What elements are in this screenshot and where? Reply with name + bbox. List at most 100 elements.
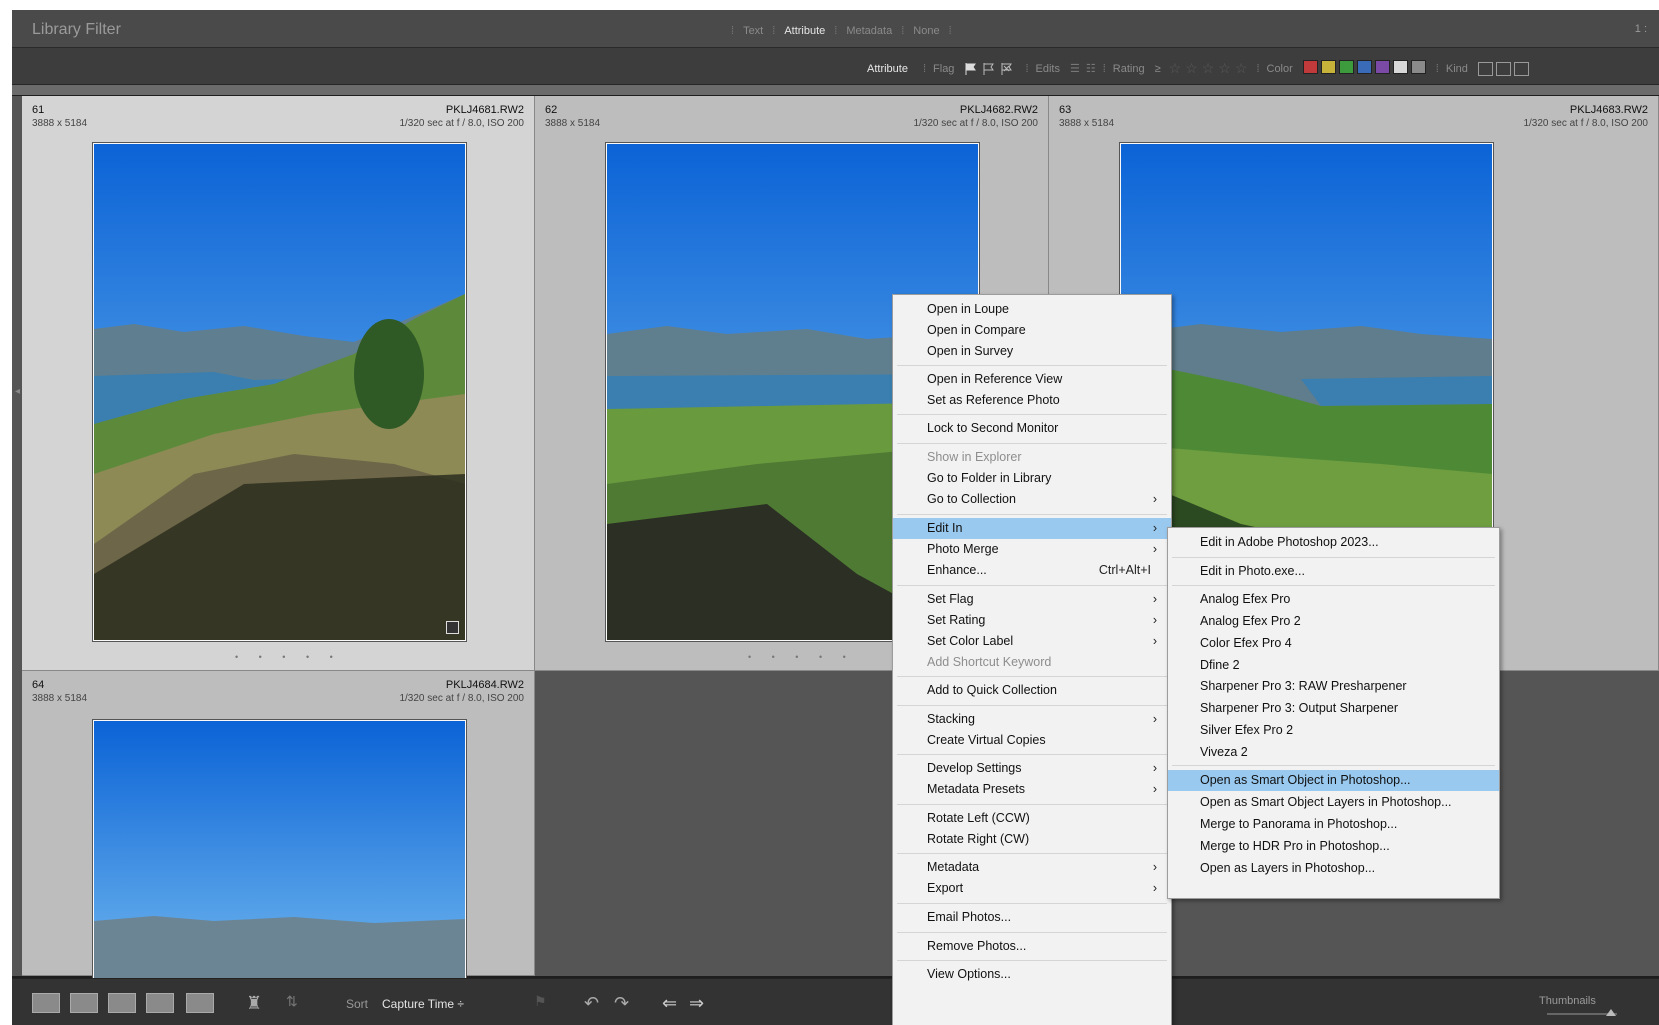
library-filter-bar: Library Filter ⁞ Text ⁞ Attribute ⁞ Meta… xyxy=(12,10,1659,48)
rating-star-3[interactable]: ☆ xyxy=(1202,60,1215,77)
submenu-item-sharpener-pro-3-raw-presharpener[interactable]: Sharpener Pro 3: RAW Presharpener xyxy=(1168,676,1499,697)
flag-pick-icon[interactable]: ⚑ xyxy=(534,993,547,1011)
submenu-item-analog-efex-pro-2[interactable]: Analog Efex Pro 2 xyxy=(1168,611,1499,632)
menu-item-set-rating[interactable]: Set Rating › xyxy=(893,610,1171,631)
rejected-filter-icon[interactable] xyxy=(1000,62,1013,76)
color-swatch-3[interactable] xyxy=(1338,60,1354,74)
submenu-item-analog-efex-pro[interactable]: Analog Efex Pro xyxy=(1168,589,1499,610)
attr-separator: ⁞ xyxy=(1435,62,1439,75)
sort-criteria-dropdown[interactable]: Capture Time ÷ xyxy=(382,997,464,1011)
photo-thumbnail[interactable] xyxy=(93,143,466,641)
filter-preset-indicator[interactable]: 1 : xyxy=(1635,23,1647,35)
rating-star-2[interactable]: ☆ xyxy=(1185,60,1198,77)
menu-item-open-in-loupe[interactable]: Open in Loupe xyxy=(893,299,1171,320)
menu-item-remove-photos[interactable]: Remove Photos... xyxy=(893,936,1171,957)
thumbnails-slider-knob[interactable] xyxy=(1606,1009,1616,1016)
menu-item-view-options[interactable]: View Options... xyxy=(893,964,1171,985)
photo-thumbnail[interactable] xyxy=(93,720,466,982)
menu-shortcut: Ctrl+Alt+I xyxy=(1098,563,1151,577)
submenu-item-dfine-2[interactable]: Dfine 2 xyxy=(1168,655,1499,676)
tab-text[interactable]: Text xyxy=(743,25,763,37)
menu-item-lock-to-second-monitor[interactable]: Lock to Second Monitor xyxy=(893,418,1171,439)
loupe-view-icon[interactable] xyxy=(70,993,98,1013)
submenu-item-open-as-smart-object-in-photoshop[interactable]: Open as Smart Object in Photoshop... xyxy=(1168,770,1499,791)
menu-item-metadata[interactable]: Metadata › xyxy=(893,857,1171,878)
submenu-item-sharpener-pro-3-output-sharpener[interactable]: Sharpener Pro 3: Output Sharpener xyxy=(1168,698,1499,719)
sort-direction-icon[interactable]: ⇅ xyxy=(286,993,298,1011)
painter-spray-icon[interactable]: ♜ xyxy=(246,993,262,1013)
menu-item-export[interactable]: Export › xyxy=(893,878,1171,899)
grid-cell[interactable]: 64 3888 x 5184 PKLJ4684.RW2 1/320 sec at… xyxy=(22,671,535,982)
menu-item-set-flag[interactable]: Set Flag › xyxy=(893,589,1171,610)
menu-item-set-as-reference-photo[interactable]: Set as Reference Photo xyxy=(893,390,1171,411)
unedited-filter-icon[interactable]: ☷ xyxy=(1086,62,1096,75)
next-photo-icon[interactable]: ⇒ xyxy=(689,993,704,1013)
menu-item-show-in-explorer[interactable]: Show in Explorer xyxy=(893,447,1171,468)
menu-item-email-photos[interactable]: Email Photos... xyxy=(893,907,1171,928)
flagged-filter-icon[interactable] xyxy=(964,62,977,76)
grid-view-icon[interactable] xyxy=(32,993,60,1013)
kind-video-icon[interactable] xyxy=(1513,61,1529,76)
menu-item-photo-merge[interactable]: Photo Merge › xyxy=(893,539,1171,560)
kind-virtual-icon[interactable] xyxy=(1495,61,1511,76)
edited-filter-icon[interactable]: ☰ xyxy=(1070,62,1080,75)
menu-item-set-color-label[interactable]: Set Color Label › xyxy=(893,631,1171,652)
menu-item-develop-settings[interactable]: Develop Settings › xyxy=(893,758,1171,779)
kind-master-icon[interactable] xyxy=(1477,61,1493,76)
rating-star-5[interactable]: ☆ xyxy=(1235,60,1248,77)
menu-item-add-to-quick-collection[interactable]: Add to Quick Collection xyxy=(893,680,1171,701)
menu-item-metadata-presets[interactable]: Metadata Presets › xyxy=(893,779,1171,800)
menu-item-label: Set Color Label xyxy=(927,634,1014,648)
submenu-item-merge-to-hdr-pro-in-photoshop[interactable]: Merge to HDR Pro in Photoshop... xyxy=(1168,836,1499,857)
library-filter-title: Library Filter xyxy=(32,21,121,38)
submenu-item-open-as-smart-object-layers-in-photoshop[interactable]: Open as Smart Object Layers in Photoshop… xyxy=(1168,792,1499,813)
menu-item-create-virtual-copies[interactable]: Create Virtual Copies xyxy=(893,730,1171,751)
submenu-item-color-efex-pro-4[interactable]: Color Efex Pro 4 xyxy=(1168,633,1499,654)
previous-photo-icon[interactable]: ⇐ xyxy=(662,993,677,1013)
rating-star-1[interactable]: ☆ xyxy=(1169,60,1182,77)
rotate-right-icon[interactable]: ↷ xyxy=(614,993,629,1013)
submenu-item-edit-in-photo-exe[interactable]: Edit in Photo.exe... xyxy=(1168,561,1499,582)
unflagged-filter-icon[interactable] xyxy=(982,62,995,76)
submenu-item-viveza-2[interactable]: Viveza 2 xyxy=(1168,742,1499,763)
rating-operator[interactable]: ≥ xyxy=(1155,63,1161,75)
color-swatch-7[interactable] xyxy=(1410,60,1426,74)
submenu-item-edit-in-adobe-photoshop-2023[interactable]: Edit in Adobe Photoshop 2023... xyxy=(1168,532,1499,553)
menu-item-rotate-left-ccw[interactable]: Rotate Left (CCW) xyxy=(893,808,1171,829)
left-panel-arrow-icon[interactable]: ◂ xyxy=(15,386,20,397)
menu-separator xyxy=(897,443,1167,444)
menu-item-edit-in[interactable]: Edit In › xyxy=(893,518,1171,539)
grid-cell[interactable]: 61 3888 x 5184 PKLJ4681.RW2 1/320 sec at… xyxy=(22,96,535,671)
color-swatch-4[interactable] xyxy=(1356,60,1372,74)
rotate-left-icon[interactable]: ↶ xyxy=(584,993,599,1013)
menu-item-stacking[interactable]: Stacking › xyxy=(893,709,1171,730)
menu-item-label: Edit in Photo.exe... xyxy=(1200,564,1305,578)
menu-item-add-shortcut-keyword[interactable]: Add Shortcut Keyword xyxy=(893,652,1171,673)
rating-star-4[interactable]: ☆ xyxy=(1218,60,1231,77)
color-swatch-6[interactable] xyxy=(1392,60,1408,74)
color-swatch-2[interactable] xyxy=(1320,60,1336,74)
thumbnail-rating-dots[interactable]: • • • • • xyxy=(748,652,855,662)
menu-separator xyxy=(897,705,1167,706)
menu-item-go-to-folder-in-library[interactable]: Go to Folder in Library xyxy=(893,468,1171,489)
menu-item-open-in-reference-view[interactable]: Open in Reference View xyxy=(893,369,1171,390)
menu-item-label: Remove Photos... xyxy=(927,939,1027,953)
survey-view-icon[interactable] xyxy=(146,993,174,1013)
attribute-label: Attribute xyxy=(867,62,908,75)
tab-none[interactable]: None xyxy=(913,25,939,37)
submenu-item-silver-efex-pro-2[interactable]: Silver Efex Pro 2 xyxy=(1168,720,1499,741)
tab-metadata[interactable]: Metadata xyxy=(846,25,892,37)
submenu-item-merge-to-panorama-in-photoshop[interactable]: Merge to Panorama in Photoshop... xyxy=(1168,814,1499,835)
menu-item-open-in-compare[interactable]: Open in Compare xyxy=(893,320,1171,341)
menu-item-enhance[interactable]: Enhance... Ctrl+Alt+I xyxy=(893,560,1171,581)
people-view-icon[interactable] xyxy=(186,993,214,1013)
submenu-item-open-as-layers-in-photoshop[interactable]: Open as Layers in Photoshop... xyxy=(1168,858,1499,879)
thumbnail-rating-dots[interactable]: • • • • • xyxy=(235,652,342,662)
menu-item-go-to-collection[interactable]: Go to Collection › xyxy=(893,489,1171,510)
menu-item-rotate-right-cw[interactable]: Rotate Right (CW) xyxy=(893,829,1171,850)
compare-view-icon[interactable] xyxy=(108,993,136,1013)
color-swatch-5[interactable] xyxy=(1374,60,1390,74)
menu-item-open-in-survey[interactable]: Open in Survey xyxy=(893,341,1171,362)
tab-attribute[interactable]: Attribute xyxy=(784,25,825,37)
color-swatch-1[interactable] xyxy=(1302,60,1318,74)
